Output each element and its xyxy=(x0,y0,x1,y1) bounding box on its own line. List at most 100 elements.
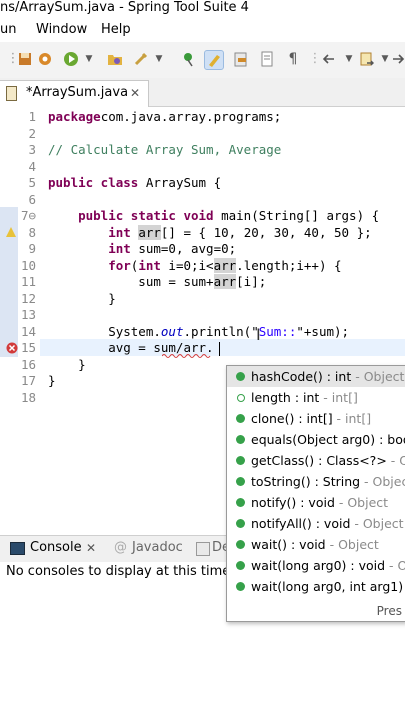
wrench-icon[interactable] xyxy=(132,50,150,68)
menu-window[interactable]: Window xyxy=(36,18,87,42)
menu-help[interactable]: Help xyxy=(101,18,131,42)
code-line[interactable]: 14 System.out.println("Sum::"+sum); xyxy=(0,324,405,340)
code-line[interactable]: 4 xyxy=(0,159,405,175)
close-icon[interactable]: ✕ xyxy=(130,81,140,105)
completion-item-text: equals(Object arg0) : boo xyxy=(251,429,405,450)
code-token: // Calculate Array Sum, Average xyxy=(48,142,282,157)
code-line[interactable]: 9 int sum=0, avg=0; xyxy=(0,241,405,257)
completion-item[interactable]: wait(long arg0) : void - O xyxy=(227,555,405,576)
editor-tab-label: *ArraySum.java xyxy=(26,85,129,100)
code-line[interactable]: 10 for(int i=0;i<arr.length;i++) { xyxy=(0,257,405,274)
completion-item[interactable]: clone() : int[] - int[] xyxy=(227,408,405,429)
java-file-icon xyxy=(6,86,17,101)
menu-bar: un Window Help xyxy=(0,18,405,42)
code-line[interactable]: 7⊖ public static void main(String[] args… xyxy=(0,208,405,224)
line-number: 5 xyxy=(28,175,36,190)
code-token: } xyxy=(48,373,56,388)
completion-item-name: wait(long arg0) : void xyxy=(251,558,386,573)
text-cursor xyxy=(219,342,220,356)
line-number: 12 xyxy=(20,290,36,306)
method-icon xyxy=(236,540,245,549)
link-icon[interactable] xyxy=(232,50,250,68)
console-message: No consoles to display at this time. xyxy=(6,564,235,579)
completion-item-name: hashCode() : int xyxy=(251,369,352,384)
code-text: System.out.println("Sum::"+sum); xyxy=(48,324,349,340)
completion-item[interactable]: length : int - int[] xyxy=(227,387,405,408)
paragraph-icon[interactable]: ¶ xyxy=(284,50,302,68)
code-line[interactable]: 12 } xyxy=(0,291,405,307)
run-dropdown-icon[interactable]: ▼ xyxy=(80,50,98,68)
method-icon xyxy=(236,561,245,570)
code-token: System. xyxy=(48,323,161,339)
line-number: 16 xyxy=(20,356,36,372)
editor-tab[interactable]: *ArraySum.java ✕ xyxy=(0,80,149,107)
completion-item[interactable]: hashCode() : int - Object xyxy=(227,366,405,387)
gear-icon[interactable] xyxy=(36,50,54,68)
line-number: 11 xyxy=(20,274,36,289)
code-line[interactable]: 13 xyxy=(0,307,405,323)
highlight-icon[interactable] xyxy=(204,50,224,70)
menu-run[interactable]: un xyxy=(0,18,16,42)
forward-next-icon[interactable] xyxy=(390,50,405,68)
line-number: 8 xyxy=(28,224,36,240)
method-icon xyxy=(236,477,245,486)
code-text: // Calculate Array Sum, Average xyxy=(48,142,281,158)
completion-item[interactable]: toString() : String - Objec xyxy=(227,471,405,492)
folder-open-icon[interactable] xyxy=(106,50,124,68)
code-token: arr xyxy=(213,257,237,273)
pin-icon[interactable] xyxy=(180,50,198,68)
code-line[interactable]: 11 sum = sum+arr[i]; xyxy=(0,274,405,290)
code-token: Sum:: xyxy=(258,323,297,339)
completion-item[interactable]: getClass() : Class<?> - Obje xyxy=(227,450,405,471)
code-token: public static void xyxy=(78,208,214,223)
tab-console[interactable]: Console xyxy=(30,540,82,555)
back-dropdown-icon[interactable]: ▼ xyxy=(340,50,358,68)
code-text: int sum=0, avg=0; xyxy=(48,241,236,257)
completion-item-type: - int[] xyxy=(319,390,358,405)
completion-item[interactable]: wait(long arg0, int arg1) : xyxy=(227,576,405,597)
console-close-icon[interactable]: ✕ xyxy=(86,541,96,555)
code-line[interactable]: 1 packagecom.java.array.programs; xyxy=(0,109,405,125)
completion-item[interactable]: notifyAll() : void - Object xyxy=(227,513,405,534)
declaration-icon xyxy=(196,542,210,556)
completion-item[interactable]: equals(Object arg0) : boo xyxy=(227,429,405,450)
forward-icon[interactable] xyxy=(358,50,376,68)
code-token: i=0;i< xyxy=(160,257,214,273)
save-icon[interactable] xyxy=(16,50,34,68)
completion-item-text: getClass() : Class<?> - Obje xyxy=(251,450,405,471)
run-icon[interactable] xyxy=(62,50,80,68)
back-icon[interactable] xyxy=(320,50,338,68)
completion-item-text: toString() : String - Objec xyxy=(251,471,405,492)
content-assist-popup[interactable]: hashCode() : int - Object length : int - … xyxy=(226,365,405,622)
code-token: for xyxy=(108,257,131,273)
code-line[interactable]: 8 int arr[] = { 10, 20, 30, 40, 50 }; xyxy=(0,224,405,241)
code-text: int arr[] = { 10, 20, 30, 40, 50 }; xyxy=(48,224,372,241)
method-icon xyxy=(236,372,245,381)
completion-item-type: - int[] xyxy=(332,411,372,426)
completion-item-name: getClass() : Class<?> xyxy=(251,453,387,468)
code-text: } xyxy=(48,291,116,307)
completion-item-name: equals(Object arg0) : boo xyxy=(251,432,405,447)
wrench-dropdown-icon[interactable]: ▼ xyxy=(150,50,168,68)
completion-item-type: - Object xyxy=(325,537,379,552)
method-icon xyxy=(236,435,245,444)
completion-item-type: - Object xyxy=(351,369,405,384)
completion-item[interactable]: notify() : void - Object xyxy=(227,492,405,513)
error-icon[interactable] xyxy=(6,342,18,354)
code-token: [] = { 10, 20, 30, 40, 50 }; xyxy=(160,224,372,240)
code-text: public static void main(String[] args) { xyxy=(48,208,379,224)
code-line[interactable]: 3 // Calculate Array Sum, Average xyxy=(0,142,405,158)
tab-javadoc[interactable]: Javadoc xyxy=(132,540,183,555)
editor-tab-bar: *ArraySum.java ✕ xyxy=(0,78,405,107)
code-line[interactable]: 2 xyxy=(0,126,405,142)
method-icon xyxy=(236,498,245,507)
document-icon[interactable] xyxy=(258,50,276,68)
warning-icon[interactable] xyxy=(6,227,16,237)
code-line[interactable]: 5 public class ArraySum { xyxy=(0,175,405,191)
completion-item-type: - Object xyxy=(334,495,389,510)
code-line[interactable]: 6 xyxy=(0,192,405,208)
field-icon xyxy=(237,394,245,402)
completion-item[interactable]: wait() : void - Object xyxy=(227,534,405,555)
